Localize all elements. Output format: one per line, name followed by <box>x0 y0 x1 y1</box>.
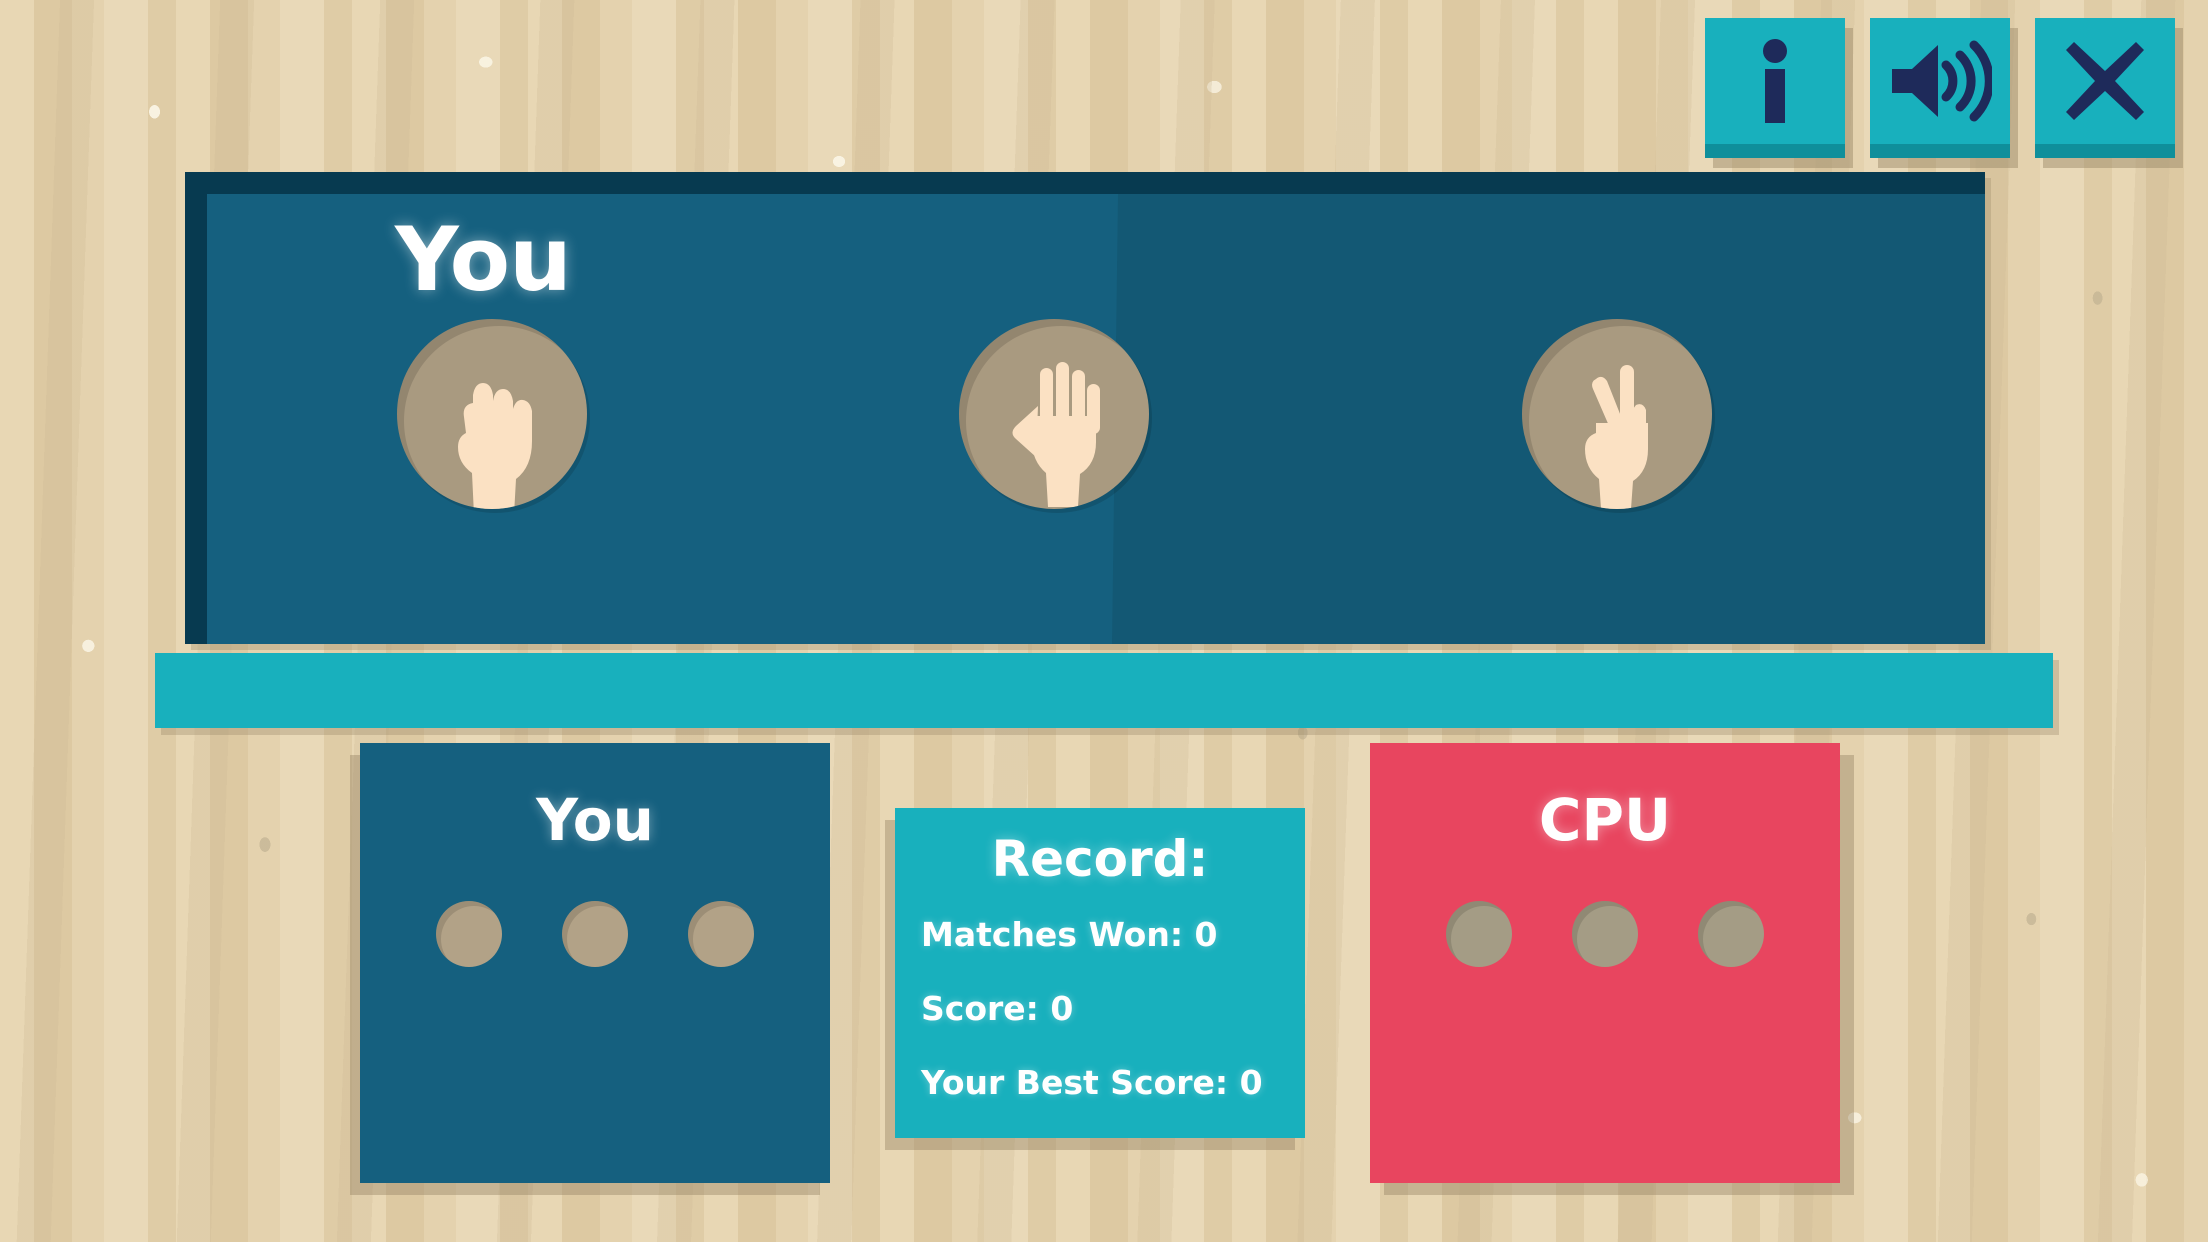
close-icon <box>2062 38 2148 124</box>
you-score-dot <box>436 901 502 967</box>
you-card-title: You <box>536 786 654 854</box>
cpu-score-dot <box>1572 901 1638 967</box>
info-button[interactable] <box>1705 18 1845 158</box>
choice-rock[interactable] <box>397 319 587 509</box>
choice-panel-inner: You <box>207 194 1985 644</box>
you-score-dot <box>688 901 754 967</box>
speaker-icon <box>1888 37 1992 125</box>
game-screen: You You Record: Matches Won: 0 Score: 0 … <box>0 0 2208 1242</box>
choice-paper[interactable] <box>959 319 1149 509</box>
record-stats: Matches Won: 0 Score: 0 Your Best Score:… <box>921 918 1305 1099</box>
peace-hand-icon <box>1562 357 1672 509</box>
page-title: You <box>395 208 572 311</box>
open-hand-icon <box>994 354 1114 509</box>
cpu-score-dot <box>1446 901 1512 967</box>
you-score-dot <box>562 901 628 967</box>
info-icon <box>1749 39 1801 123</box>
fist-icon <box>437 359 547 509</box>
record-card-title: Record: <box>991 830 1209 888</box>
divider-bar <box>155 653 2053 728</box>
matches-won-stat: Matches Won: 0 <box>921 915 1218 954</box>
cpu-score-dot <box>1698 901 1764 967</box>
choice-scissors[interactable] <box>1522 319 1712 509</box>
best-score-stat: Your Best Score: 0 <box>921 1063 1263 1102</box>
cpu-card-title: CPU <box>1538 786 1672 854</box>
cpu-score-dots <box>1370 901 1840 967</box>
choice-panel: You <box>185 172 1985 644</box>
cpu-score-card: CPU <box>1370 743 1840 1183</box>
you-score-dots <box>360 901 830 967</box>
you-score-card: You <box>360 743 830 1183</box>
score-stat: Score: 0 <box>921 989 1074 1028</box>
close-button[interactable] <box>2035 18 2175 158</box>
record-card: Record: Matches Won: 0 Score: 0 Your Bes… <box>895 808 1305 1138</box>
sound-button[interactable] <box>1870 18 2010 158</box>
